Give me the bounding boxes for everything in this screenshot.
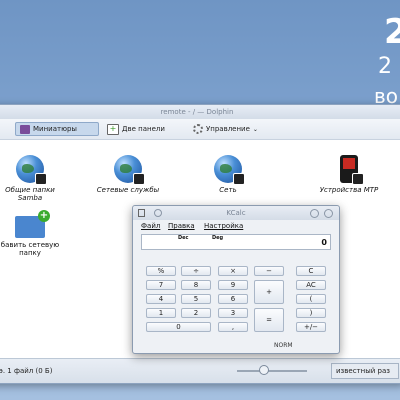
dolphin-toolbar: Миниатюры + Две панели Управление ⌄ [0, 119, 400, 140]
kcalc-menubar: Файл Правка Настройка [133, 220, 339, 232]
menu-settings[interactable]: Настройка [204, 222, 243, 230]
file-item-network[interactable]: Сеть [193, 155, 263, 194]
thumbnails-view-button[interactable]: Миниатюры [15, 122, 99, 136]
digit-6-key[interactable]: 6 [218, 294, 248, 304]
menu-file[interactable]: Файл [141, 222, 160, 230]
zoom-slider-track[interactable] [237, 370, 307, 372]
desktop-date-digit: 2 [378, 54, 392, 79]
file-item-label: бавить сетевую папку [0, 241, 60, 257]
split-view-icon: + [107, 123, 119, 135]
digit-5-key[interactable]: 5 [181, 294, 211, 304]
file-item-samba-shares[interactable]: Общие папки Samba [0, 155, 65, 202]
close-icon[interactable] [324, 209, 333, 218]
kcalc-title-bar[interactable]: KCalc [133, 206, 339, 220]
digit-8-key[interactable]: 8 [181, 280, 211, 290]
kcalc-title: KCalc [226, 209, 246, 217]
dolphin-status-bar: э. 1 файл (0 Б) известный раз [0, 358, 400, 383]
minimize-icon[interactable] [310, 209, 319, 218]
window-menu-icon[interactable] [138, 209, 145, 217]
status-text: э. 1 файл (0 Б) [0, 367, 53, 375]
digit-9-key[interactable]: 9 [218, 280, 248, 290]
close-paren-key[interactable]: ) [296, 308, 326, 318]
file-item-network-services[interactable]: Сетевые службы [93, 155, 163, 194]
menu-edit[interactable]: Правка [168, 222, 195, 230]
file-item-label: Сеть [219, 186, 237, 194]
split-panels-label: Две панели [122, 125, 165, 133]
thumbnails-label: Миниатюры [33, 125, 77, 133]
network-globe-icon [114, 155, 145, 185]
open-paren-key[interactable]: ( [296, 294, 326, 304]
desktop-clock-digit: 2 [384, 12, 400, 52]
split-panels-button[interactable]: + Две панели [103, 122, 177, 136]
digit-7-key[interactable]: 7 [146, 280, 176, 290]
pin-icon[interactable] [154, 209, 162, 217]
kcalc-window: KCalc Файл Правка Настройка Dec Deg 0 % … [132, 205, 340, 354]
media-player-icon [340, 155, 364, 185]
manage-label: Управление [206, 125, 250, 133]
angle-mode-indicator: Deg [212, 235, 224, 241]
percent-key[interactable]: % [146, 266, 176, 276]
file-item-mtp-devices[interactable]: Устройства MTP [309, 155, 389, 194]
calculator-display: Dec Deg 0 [141, 234, 331, 250]
minus-key[interactable]: − [254, 266, 284, 276]
equals-key[interactable]: = [254, 308, 284, 332]
digit-2-key[interactable]: 2 [181, 308, 211, 318]
add-folder-icon: + [15, 210, 50, 238]
thumbnails-icon [20, 124, 30, 134]
plus-minus-key[interactable]: +/− [296, 322, 326, 332]
dolphin-title-bar[interactable]: remote - / — Dolphin [0, 105, 400, 119]
file-item-label: Общие папки Samba [5, 186, 55, 202]
digit-0-key[interactable]: 0 [146, 322, 211, 332]
digit-4-key[interactable]: 4 [146, 294, 176, 304]
digit-1-key[interactable]: 1 [146, 308, 176, 318]
network-globe-icon [214, 155, 245, 185]
file-item-add-network-folder[interactable]: + бавить сетевую папку [0, 210, 65, 257]
zoom-slider-handle[interactable] [259, 365, 269, 375]
decimal-key[interactable]: , [218, 322, 248, 332]
gear-icon [193, 124, 203, 134]
manage-menu-button[interactable]: Управление ⌄ [189, 122, 285, 136]
network-globe-icon [16, 155, 47, 185]
clear-all-key[interactable]: AC [296, 280, 326, 290]
chevron-down-icon: ⌄ [252, 125, 258, 133]
clear-key[interactable]: C [296, 266, 326, 276]
free-space-indicator: известный раз [331, 363, 399, 379]
digit-3-key[interactable]: 3 [218, 308, 248, 318]
file-item-label: Сетевые службы [96, 186, 160, 194]
display-value: 0 [321, 238, 327, 247]
plus-key[interactable]: + [254, 280, 284, 304]
file-item-label: Устройства MTP [319, 186, 379, 194]
multiply-key[interactable]: × [218, 266, 248, 276]
calc-mode-status: NORM [274, 342, 293, 349]
base-mode-indicator: Dec [178, 235, 189, 241]
divide-key[interactable]: ÷ [181, 266, 211, 276]
dolphin-title: remote - / — Dolphin [160, 108, 234, 116]
